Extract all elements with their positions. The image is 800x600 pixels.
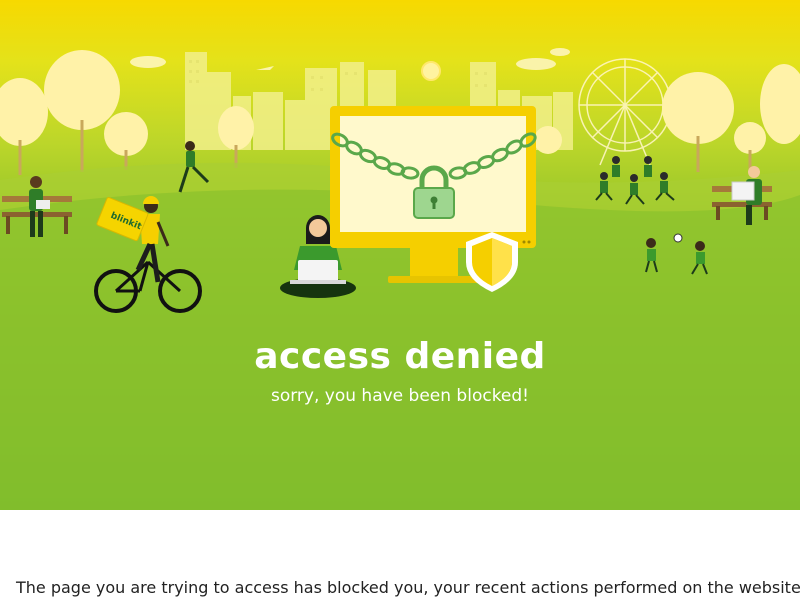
- park-illustration: blinkit: [0, 48, 800, 510]
- ferris-wheel: [578, 58, 672, 166]
- blocked-message: The page you are trying to access has bl…: [16, 578, 800, 597]
- skyline-windows: [189, 60, 487, 91]
- page-title: access denied: [254, 336, 546, 377]
- page-subtitle: sorry, you have been blocked!: [270, 386, 529, 406]
- sun: [421, 61, 441, 81]
- hero-banner: blinkit access denied sorry, you have be…: [0, 0, 800, 510]
